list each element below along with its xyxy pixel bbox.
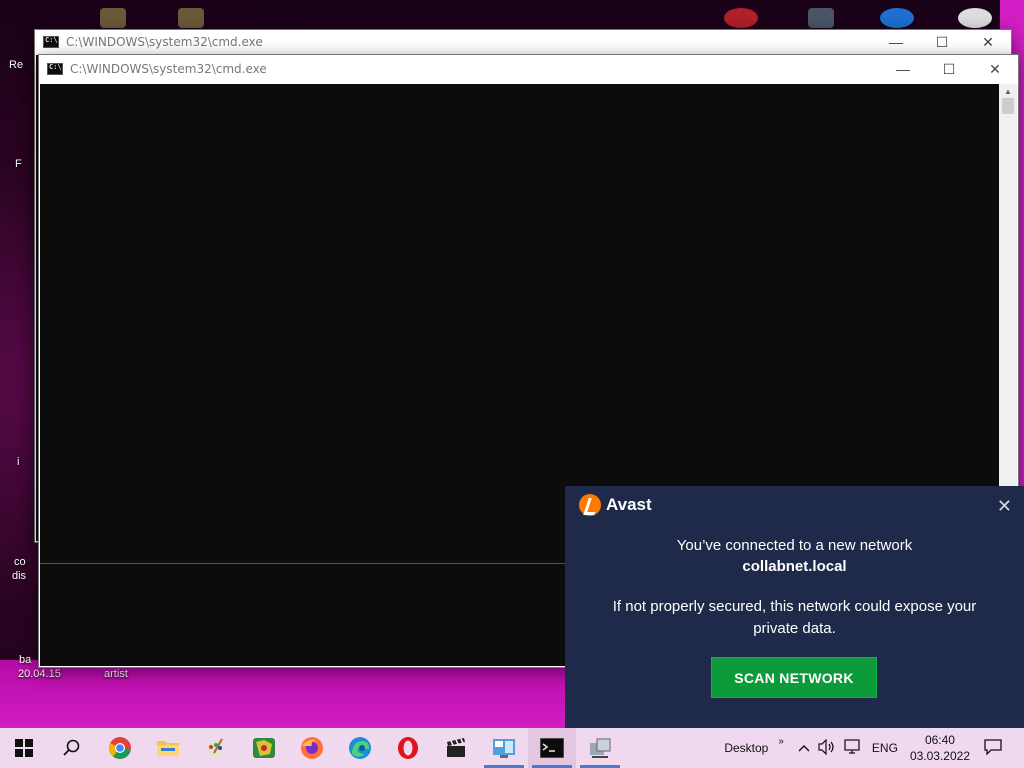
edge-icon bbox=[349, 737, 371, 759]
window-title: C:\WINDOWS\system32\cmd.exe bbox=[66, 35, 263, 49]
maximize-button[interactable]: ☐ bbox=[919, 30, 965, 54]
desktop-icon[interactable] bbox=[178, 8, 204, 28]
opera-icon bbox=[398, 737, 418, 759]
minimize-button[interactable]: — bbox=[873, 30, 919, 54]
notification-message: If not properly secured, this network co… bbox=[612, 598, 977, 637]
taskbar: Desktop » ENG 06:40 03.03.2022 bbox=[0, 728, 1024, 768]
network-tool-icon bbox=[590, 738, 611, 758]
notification-brand: Avast bbox=[606, 495, 652, 514]
title-bar[interactable]: C:\WINDOWS\system32\cmd.exe — ☐ ✕ bbox=[39, 55, 1018, 83]
toolbar-overflow-icon[interactable]: » bbox=[778, 736, 784, 747]
desktop-icon-label[interactable]: 20.04.15 bbox=[18, 668, 61, 680]
desktop-icon-label[interactable]: dis bbox=[12, 570, 26, 582]
firefox-icon bbox=[301, 737, 323, 759]
taskbar-file-explorer[interactable] bbox=[144, 728, 192, 768]
close-button[interactable]: ✕ bbox=[972, 55, 1018, 83]
map-icon bbox=[253, 738, 275, 758]
system-tray: Desktop » ENG 06:40 03.03.2022 bbox=[724, 728, 1024, 768]
notification-headline: You’ve connected to a new network bbox=[676, 537, 913, 554]
desktop-icon[interactable] bbox=[100, 8, 126, 28]
cmd-icon bbox=[47, 63, 63, 75]
taskbar-chrome[interactable] bbox=[96, 728, 144, 768]
window-title: C:\WINDOWS\system32\cmd.exe bbox=[70, 62, 267, 76]
clock[interactable]: 06:40 03.03.2022 bbox=[910, 732, 970, 764]
network-icon[interactable] bbox=[844, 738, 862, 758]
language-indicator[interactable]: ENG bbox=[872, 741, 898, 755]
folder-icon bbox=[157, 741, 179, 756]
search-button[interactable] bbox=[48, 728, 96, 768]
taskbar-maps[interactable] bbox=[240, 728, 288, 768]
cmd-icon bbox=[540, 738, 564, 758]
notification-center-icon[interactable] bbox=[984, 738, 1002, 758]
taskbar-paint[interactable] bbox=[192, 728, 240, 768]
taskbar-firefox[interactable] bbox=[288, 728, 336, 768]
start-button[interactable] bbox=[0, 728, 48, 768]
volume-icon[interactable] bbox=[818, 738, 836, 758]
search-icon bbox=[63, 739, 80, 756]
desktop-icon-label[interactable]: co bbox=[14, 556, 26, 568]
paint-icon bbox=[206, 738, 226, 757]
avast-logo-icon bbox=[579, 494, 601, 516]
windows-icon bbox=[15, 739, 33, 757]
title-bar[interactable]: C:\WINDOWS\system32\cmd.exe — ☐ ✕ bbox=[35, 30, 1011, 54]
taskbar-edge[interactable] bbox=[336, 728, 384, 768]
clock-date: 03.03.2022 bbox=[909, 749, 970, 763]
desktop-icon[interactable] bbox=[958, 8, 992, 28]
clapperboard-icon bbox=[447, 738, 465, 757]
network-name: collabnet.local bbox=[742, 558, 847, 575]
taskbar-control-panel[interactable] bbox=[480, 728, 528, 768]
desktop-icon-label[interactable]: Re bbox=[9, 59, 23, 71]
scan-network-button[interactable]: SCAN NETWORK bbox=[711, 657, 877, 698]
control-panel-icon bbox=[493, 739, 515, 758]
desktop-icon-label[interactable]: ba bbox=[19, 654, 31, 666]
taskbar-video-editor[interactable] bbox=[432, 728, 480, 768]
desktop-icon-label[interactable]: F bbox=[15, 158, 22, 170]
cmd-icon bbox=[43, 36, 59, 48]
desktop-icon[interactable] bbox=[880, 8, 914, 28]
minimize-button[interactable]: — bbox=[880, 55, 926, 83]
clock-time: 06:40 bbox=[924, 733, 955, 747]
close-button[interactable]: ✕ bbox=[965, 30, 1011, 54]
taskbar-cmd[interactable] bbox=[528, 728, 576, 768]
taskbar-opera[interactable] bbox=[384, 728, 432, 768]
close-icon[interactable]: ✕ bbox=[997, 496, 1012, 517]
show-desktop-toolbar[interactable]: Desktop bbox=[724, 741, 768, 755]
taskbar-remote-tool[interactable] bbox=[576, 728, 624, 768]
maximize-button[interactable]: ☐ bbox=[926, 55, 972, 83]
desktop-icon[interactable] bbox=[808, 8, 834, 28]
desktop-icon-label[interactable]: i bbox=[17, 456, 19, 468]
desktop-icon[interactable] bbox=[724, 8, 758, 28]
scroll-thumb[interactable] bbox=[1002, 98, 1014, 114]
chevron-up-icon[interactable] bbox=[798, 741, 810, 755]
scroll-up-arrow-icon[interactable]: ▲ bbox=[999, 84, 1017, 98]
avast-notification: Avast ✕ You’ve connected to a new networ… bbox=[565, 486, 1024, 729]
chrome-icon bbox=[108, 737, 131, 759]
desktop-icon-label[interactable]: artist bbox=[104, 668, 128, 680]
